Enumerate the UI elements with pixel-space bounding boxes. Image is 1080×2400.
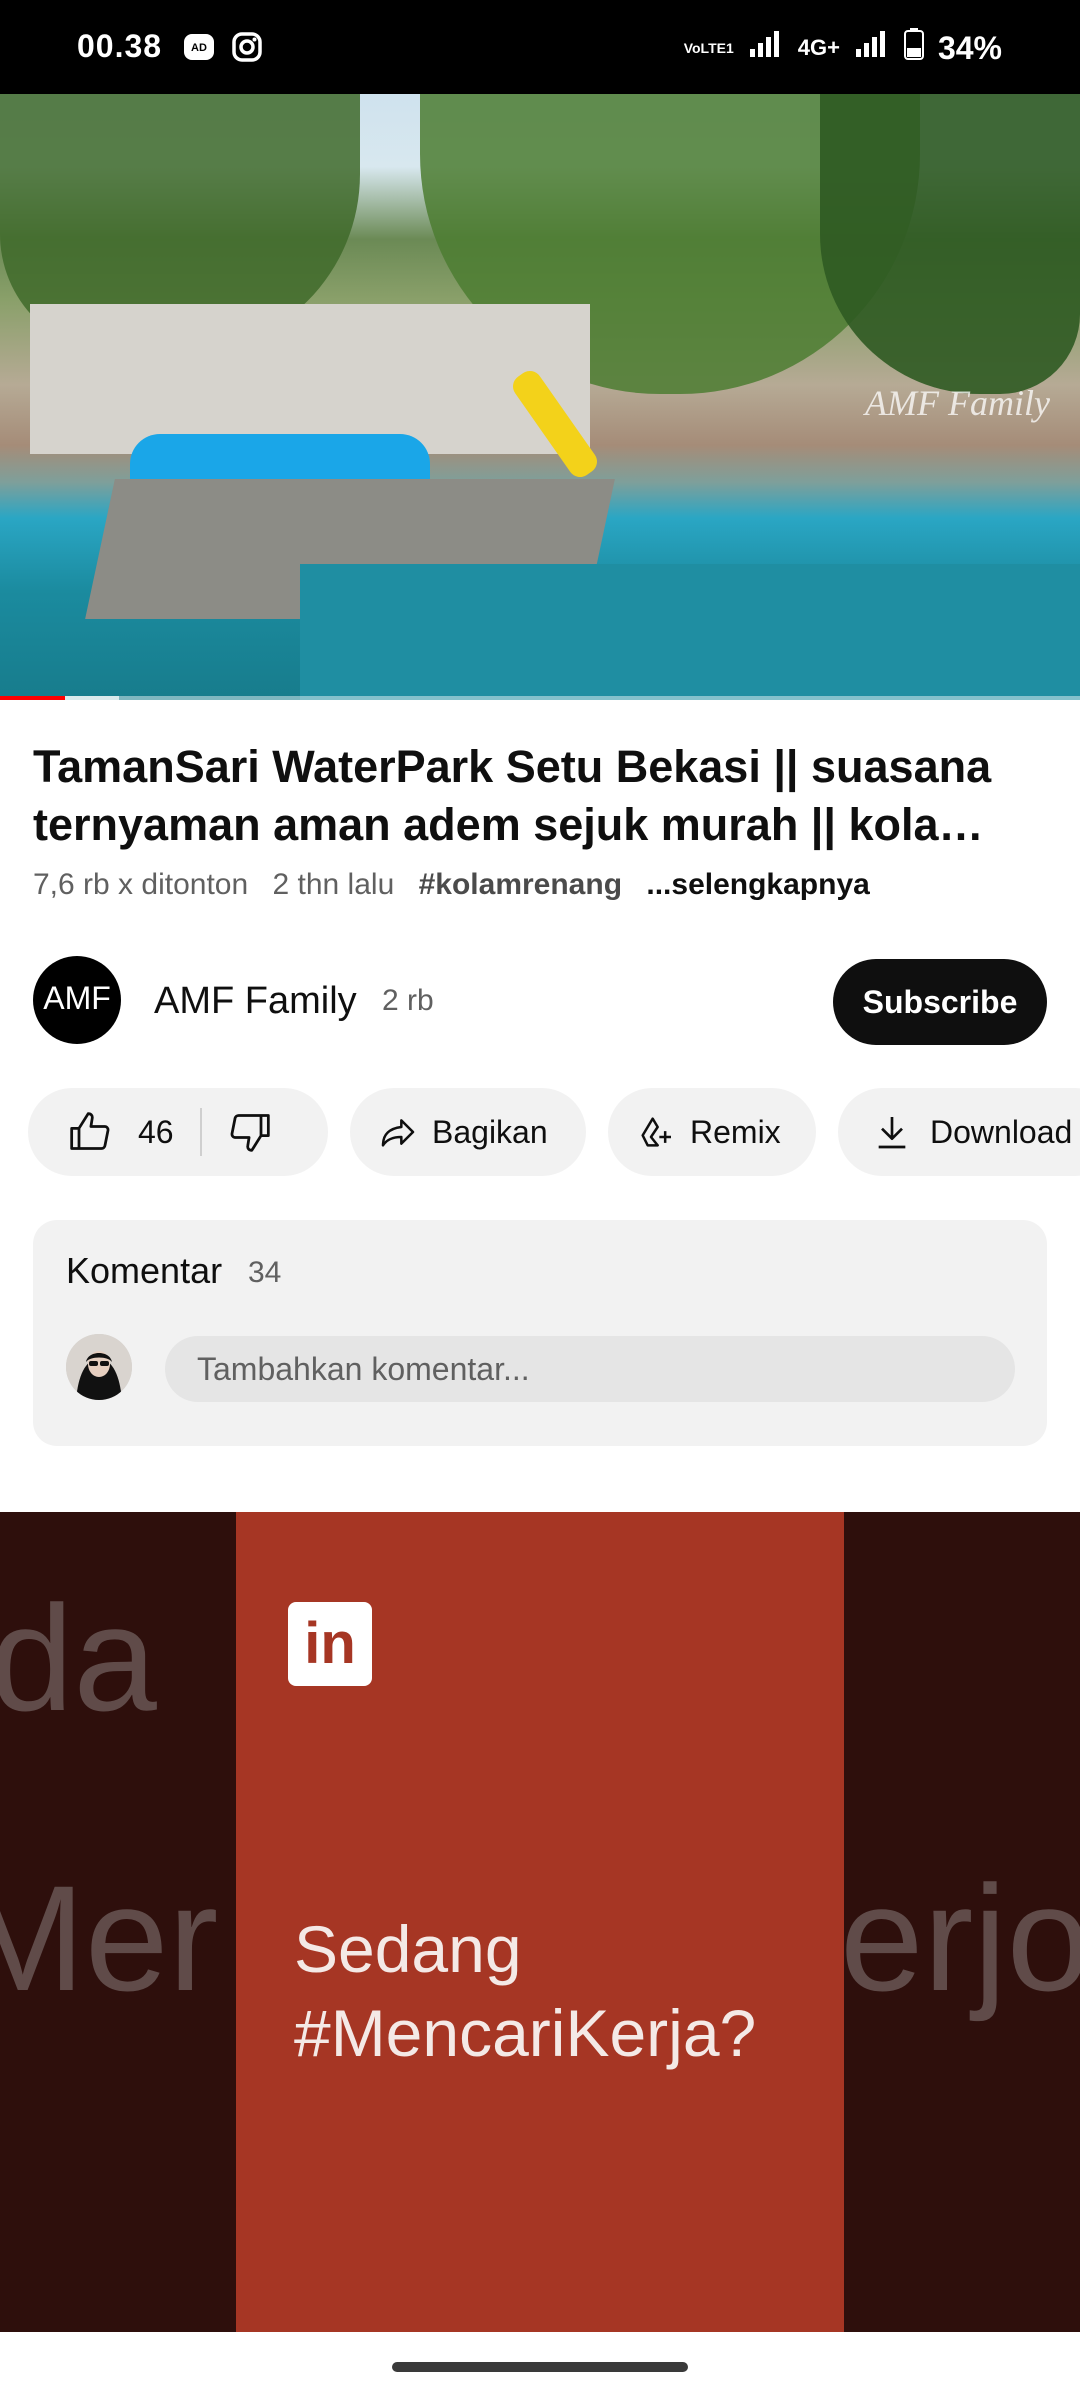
signal-icon-2	[854, 29, 890, 67]
ad-blocker-icon: AD	[182, 30, 216, 72]
download-label: Download	[930, 1113, 1073, 1150]
signal-icon	[748, 29, 784, 67]
thumbs-up-icon	[70, 1112, 110, 1150]
ad-ghost-text: Mer	[0, 1854, 219, 2022]
remix-button[interactable]: Remix	[608, 1088, 816, 1176]
comments-panel[interactable]: Komentar 34 Tambahkan komentar...	[33, 1220, 1047, 1446]
channel-name[interactable]: AMF Family	[154, 980, 357, 1023]
channel-row: AMF AMF Family 2 rb Subscribe	[0, 956, 1080, 1046]
ad-line-1: Sedang	[294, 1912, 522, 1986]
like-button[interactable]: 46	[68, 1110, 174, 1154]
status-time: 00.38	[77, 28, 163, 64]
instagram-icon	[230, 30, 264, 72]
battery-percent: 34%	[937, 29, 1002, 66]
comments-count: 34	[248, 1256, 282, 1289]
subscriber-count: 2 rb	[382, 984, 434, 1017]
ad-panel: in Sedang #MencariKerja?	[236, 1512, 844, 2332]
comment-input[interactable]: Tambahkan komentar...	[165, 1336, 1015, 1402]
battery-icon	[903, 28, 924, 68]
share-label: Bagikan	[432, 1113, 548, 1150]
like-count: 46	[138, 1113, 174, 1150]
subscribe-button[interactable]: Subscribe	[833, 959, 1047, 1045]
svg-text:AD: AD	[191, 42, 207, 54]
remix-label: Remix	[690, 1113, 781, 1150]
linkedin-logo: in	[288, 1602, 372, 1686]
video-meta[interactable]: 7,6 rb x ditonton 2 thn lalu #kolamrenan…	[33, 868, 886, 902]
upload-age: 2 thn lalu	[272, 868, 395, 901]
comments-title: Komentar	[66, 1250, 223, 1291]
more-link[interactable]: ...selengkapnya	[646, 868, 869, 901]
like-divider	[199, 1108, 202, 1156]
ad-ghost-text: erjo	[840, 1854, 1080, 2022]
ad-line-2: #MencariKerja?	[294, 1996, 757, 2070]
navigation-bar	[0, 2332, 1080, 2400]
download-button[interactable]: Download	[838, 1088, 1080, 1176]
video-details: TamanSari WaterPark Setu Bekasi || suasa…	[0, 700, 1080, 1512]
like-dislike-group: 46	[28, 1088, 328, 1176]
remix-icon	[641, 1117, 671, 1147]
status-bar: 00.38 AD VoLTE1 4G+ 34%	[0, 0, 1080, 94]
hashtag-link[interactable]: #kolamrenang	[419, 868, 622, 901]
ad-headline: Sedang #MencariKerja?	[294, 1907, 756, 2075]
dislike-button[interactable]	[228, 1110, 272, 1154]
thumbs-down-icon	[230, 1114, 270, 1152]
ad-ghost-text: da	[0, 1574, 157, 1742]
network-type: 4G+	[797, 35, 840, 60]
video-frame-pool	[300, 564, 1080, 700]
video-watermark: AMF Family	[865, 383, 1050, 423]
video-frame-tree	[820, 94, 1080, 394]
home-gesture-handle[interactable]	[392, 2362, 688, 2372]
download-icon	[878, 1117, 906, 1149]
action-bar: 46 Bagikan Remix Download	[0, 1088, 1080, 1178]
linkedin-ad[interactable]: da Mer erjo in Sedang #MencariKerja?	[0, 1512, 1080, 2332]
video-frame-building	[30, 304, 590, 454]
video-player[interactable]: AMF Family	[0, 94, 1080, 700]
video-title[interactable]: TamanSari WaterPark Setu Bekasi || suasa…	[33, 738, 1053, 854]
channel-avatar[interactable]: AMF	[33, 956, 121, 1044]
share-button[interactable]: Bagikan	[350, 1088, 586, 1176]
share-icon	[381, 1119, 415, 1147]
volte-label: VoLTE1	[683, 40, 734, 56]
view-count: 7,6 rb x ditonton	[33, 868, 249, 901]
user-avatar	[66, 1334, 132, 1400]
